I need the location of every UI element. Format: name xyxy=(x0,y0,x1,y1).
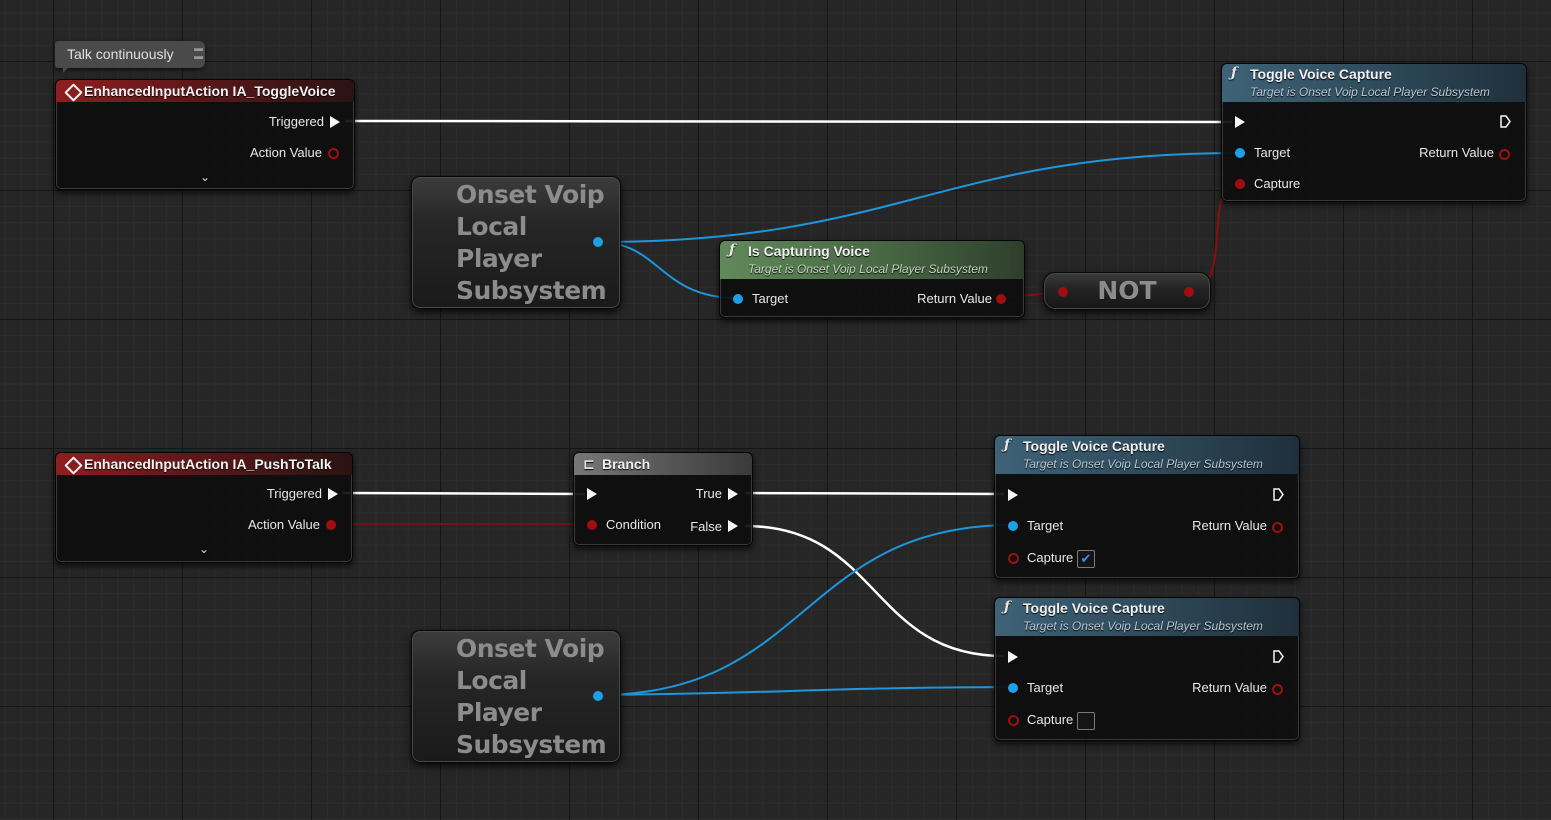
exec-wire-false xyxy=(744,524,1005,658)
pin-label-false: False xyxy=(690,519,722,534)
exec-in-pin[interactable] xyxy=(587,488,597,500)
object-wire-bottom-false xyxy=(597,686,1014,696)
node-title: Is Capturing Voice xyxy=(748,243,870,259)
pin-label-target: Target xyxy=(1027,680,1064,695)
chevron-down-icon[interactable]: ⌄ xyxy=(199,542,209,556)
variable-node-subsystem-bottom[interactable]: Onset Voip Local Player Subsystem xyxy=(411,630,621,763)
pin-label-return-value: Return Value xyxy=(917,291,992,306)
function-icon: ƒ xyxy=(1004,599,1011,615)
pure-node-is-capturing-voice[interactable]: ƒ Is Capturing Voice Target is Onset Voi… xyxy=(719,240,1025,318)
pin-label-capture: Capture xyxy=(1027,712,1074,727)
exec-out-pin[interactable] xyxy=(1273,650,1284,663)
event-diamond-icon xyxy=(64,83,83,102)
capture-checkbox[interactable] xyxy=(1077,712,1095,730)
function-icon: ƒ xyxy=(729,242,736,258)
branch-icon: ⊏ xyxy=(583,457,595,473)
exec-out-pin[interactable] xyxy=(1500,115,1511,128)
node-header: EnhancedInputAction IA_PushToTalk xyxy=(56,453,352,475)
function-icon: ƒ xyxy=(1231,65,1238,81)
exec-in-pin[interactable] xyxy=(1008,489,1018,501)
pin-label-return-value: Return Value xyxy=(1192,680,1267,695)
object-wire-top-toggle xyxy=(597,152,1241,243)
condition-in-pin[interactable] xyxy=(587,520,597,530)
capture-checkbox[interactable]: ✔ xyxy=(1077,550,1095,568)
pin-label-return-value: Return Value xyxy=(1419,145,1494,160)
exec-out-pin[interactable] xyxy=(330,116,340,128)
bool-out-pin[interactable] xyxy=(1272,522,1283,533)
pin-label-triggered: Triggered xyxy=(268,114,324,129)
function-node-toggle-voice-capture-top[interactable]: ƒ Toggle Voice Capture Target is Onset V… xyxy=(1221,63,1527,202)
exec-out-pin[interactable] xyxy=(328,488,338,500)
pin-icon[interactable]: ▬ ▬ xyxy=(194,44,203,62)
comment-tail xyxy=(63,67,69,73)
pin-label-target: Target xyxy=(752,291,789,306)
bool-out-pin[interactable] xyxy=(1499,149,1510,160)
pin-label-target: Target xyxy=(1254,145,1291,160)
exec-in-pin[interactable] xyxy=(1235,116,1245,128)
event-node-push-to-talk[interactable]: EnhancedInputAction IA_PushToTalk Trigge… xyxy=(55,452,353,563)
object-out-pin[interactable] xyxy=(593,691,603,701)
pin-label-capture: Capture xyxy=(1027,550,1074,565)
pin-label-target: Target xyxy=(1027,518,1064,533)
pin-label-action-value: Action Value xyxy=(249,145,322,160)
object-wire-bottom-true xyxy=(597,524,1014,696)
target-in-pin[interactable] xyxy=(1008,521,1018,531)
node-subtitle: Target is Onset Voip Local Player Subsys… xyxy=(1023,457,1263,471)
variable-title: Onset Voip Local Player Subsystem xyxy=(456,180,607,305)
pin-label-return-value: Return Value xyxy=(1192,518,1267,533)
node-subtitle: Target is Onset Voip Local Player Subsys… xyxy=(1250,85,1490,99)
pin-label-true: True xyxy=(695,486,722,501)
node-header: ⊏ Branch xyxy=(574,453,752,475)
node-header: ƒ Is Capturing Voice Target is Onset Voi… xyxy=(720,241,1024,279)
capture-in-pin[interactable] xyxy=(1008,553,1019,564)
bool-out-pin[interactable] xyxy=(326,520,336,530)
exec-wire-ptt-branch xyxy=(342,491,586,496)
capture-in-pin[interactable] xyxy=(1008,715,1019,726)
bool-out-pin[interactable] xyxy=(1184,287,1194,297)
node-header: ƒ Toggle Voice Capture Target is Onset V… xyxy=(995,436,1299,474)
bool-out-pin[interactable] xyxy=(328,148,339,159)
variable-node-subsystem[interactable]: Onset Voip Local Player Subsystem xyxy=(411,176,621,309)
node-title: Toggle Voice Capture xyxy=(1023,600,1165,616)
node-subtitle: Target is Onset Voip Local Player Subsys… xyxy=(1023,619,1263,633)
target-in-pin[interactable] xyxy=(733,294,743,304)
function-node-toggle-voice-capture-true[interactable]: ƒ Toggle Voice Capture Target is Onset V… xyxy=(994,435,1300,579)
not-node[interactable]: NOT xyxy=(1043,272,1211,310)
object-out-pin[interactable] xyxy=(593,237,603,247)
node-header: ƒ Toggle Voice Capture Target is Onset V… xyxy=(995,598,1299,636)
node-title: EnhancedInputAction IA_PushToTalk xyxy=(84,456,332,472)
node-subtitle: Target is Onset Voip Local Player Subsys… xyxy=(748,262,988,276)
pin-label-action-value: Action Value xyxy=(247,517,320,532)
comment-bubble[interactable]: Talk continuously ▬ ▬ xyxy=(55,41,205,73)
node-title: Toggle Voice Capture xyxy=(1023,438,1165,454)
node-header: ƒ Toggle Voice Capture Target is Onset V… xyxy=(1222,64,1526,102)
node-title: Branch xyxy=(602,456,651,472)
variable-title: Onset Voip Local Player Subsystem xyxy=(456,634,607,759)
chevron-down-icon[interactable]: ⌄ xyxy=(200,170,210,184)
exec-wire-true xyxy=(744,491,1005,496)
exec-wire-toggle xyxy=(344,119,1233,124)
event-node-toggle-voice[interactable]: EnhancedInputAction IA_ToggleVoice Trigg… xyxy=(55,79,355,190)
target-in-pin[interactable] xyxy=(1008,683,1018,693)
bool-out-pin[interactable] xyxy=(996,294,1006,304)
node-header: EnhancedInputAction IA_ToggleVoice xyxy=(56,80,354,102)
node-title: Toggle Voice Capture xyxy=(1250,66,1392,82)
target-in-pin[interactable] xyxy=(1235,148,1245,158)
comment-text: Talk continuously xyxy=(67,46,174,62)
capture-in-pin[interactable] xyxy=(1235,179,1245,189)
pin-label-capture: Capture xyxy=(1254,176,1301,191)
bool-out-pin[interactable] xyxy=(1272,684,1283,695)
pin-label-condition: Condition xyxy=(606,517,661,532)
exec-in-pin[interactable] xyxy=(1008,651,1018,663)
pin-label-triggered: Triggered xyxy=(266,486,322,501)
exec-out-false-pin[interactable] xyxy=(728,520,738,532)
function-icon: ƒ xyxy=(1004,437,1011,453)
branch-node[interactable]: ⊏ Branch True Condition False xyxy=(573,452,753,546)
function-node-toggle-voice-capture-false[interactable]: ƒ Toggle Voice Capture Target is Onset V… xyxy=(994,597,1300,741)
node-title: EnhancedInputAction IA_ToggleVoice xyxy=(84,83,336,99)
exec-out-true-pin[interactable] xyxy=(728,488,738,500)
event-diamond-icon xyxy=(64,456,83,475)
exec-out-pin[interactable] xyxy=(1273,488,1284,501)
